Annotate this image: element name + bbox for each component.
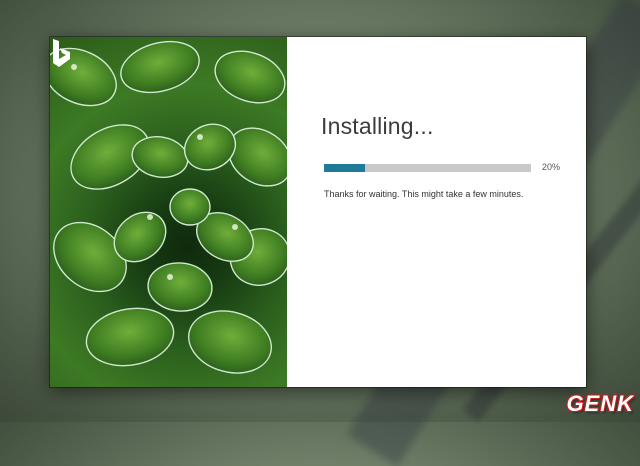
install-status-message: Thanks for waiting. This might take a fe… [324,189,524,199]
installer-dialog: Installing... 20% Thanks for waiting. Th… [50,37,586,387]
watermark-text: GENK [566,391,634,416]
bing-logo-icon [53,39,70,67]
succulent-illustration [50,40,287,374]
install-status-panel: Installing... 20% Thanks for waiting. Th… [287,37,586,387]
installing-title: Installing... [321,113,434,139]
install-progress-bar [324,164,531,172]
install-progress-fill [324,164,366,172]
genk-watermark-logo: GENK [566,391,634,416]
progress-percent-label: 20% [542,162,561,172]
succulent-hero-image [50,37,287,387]
